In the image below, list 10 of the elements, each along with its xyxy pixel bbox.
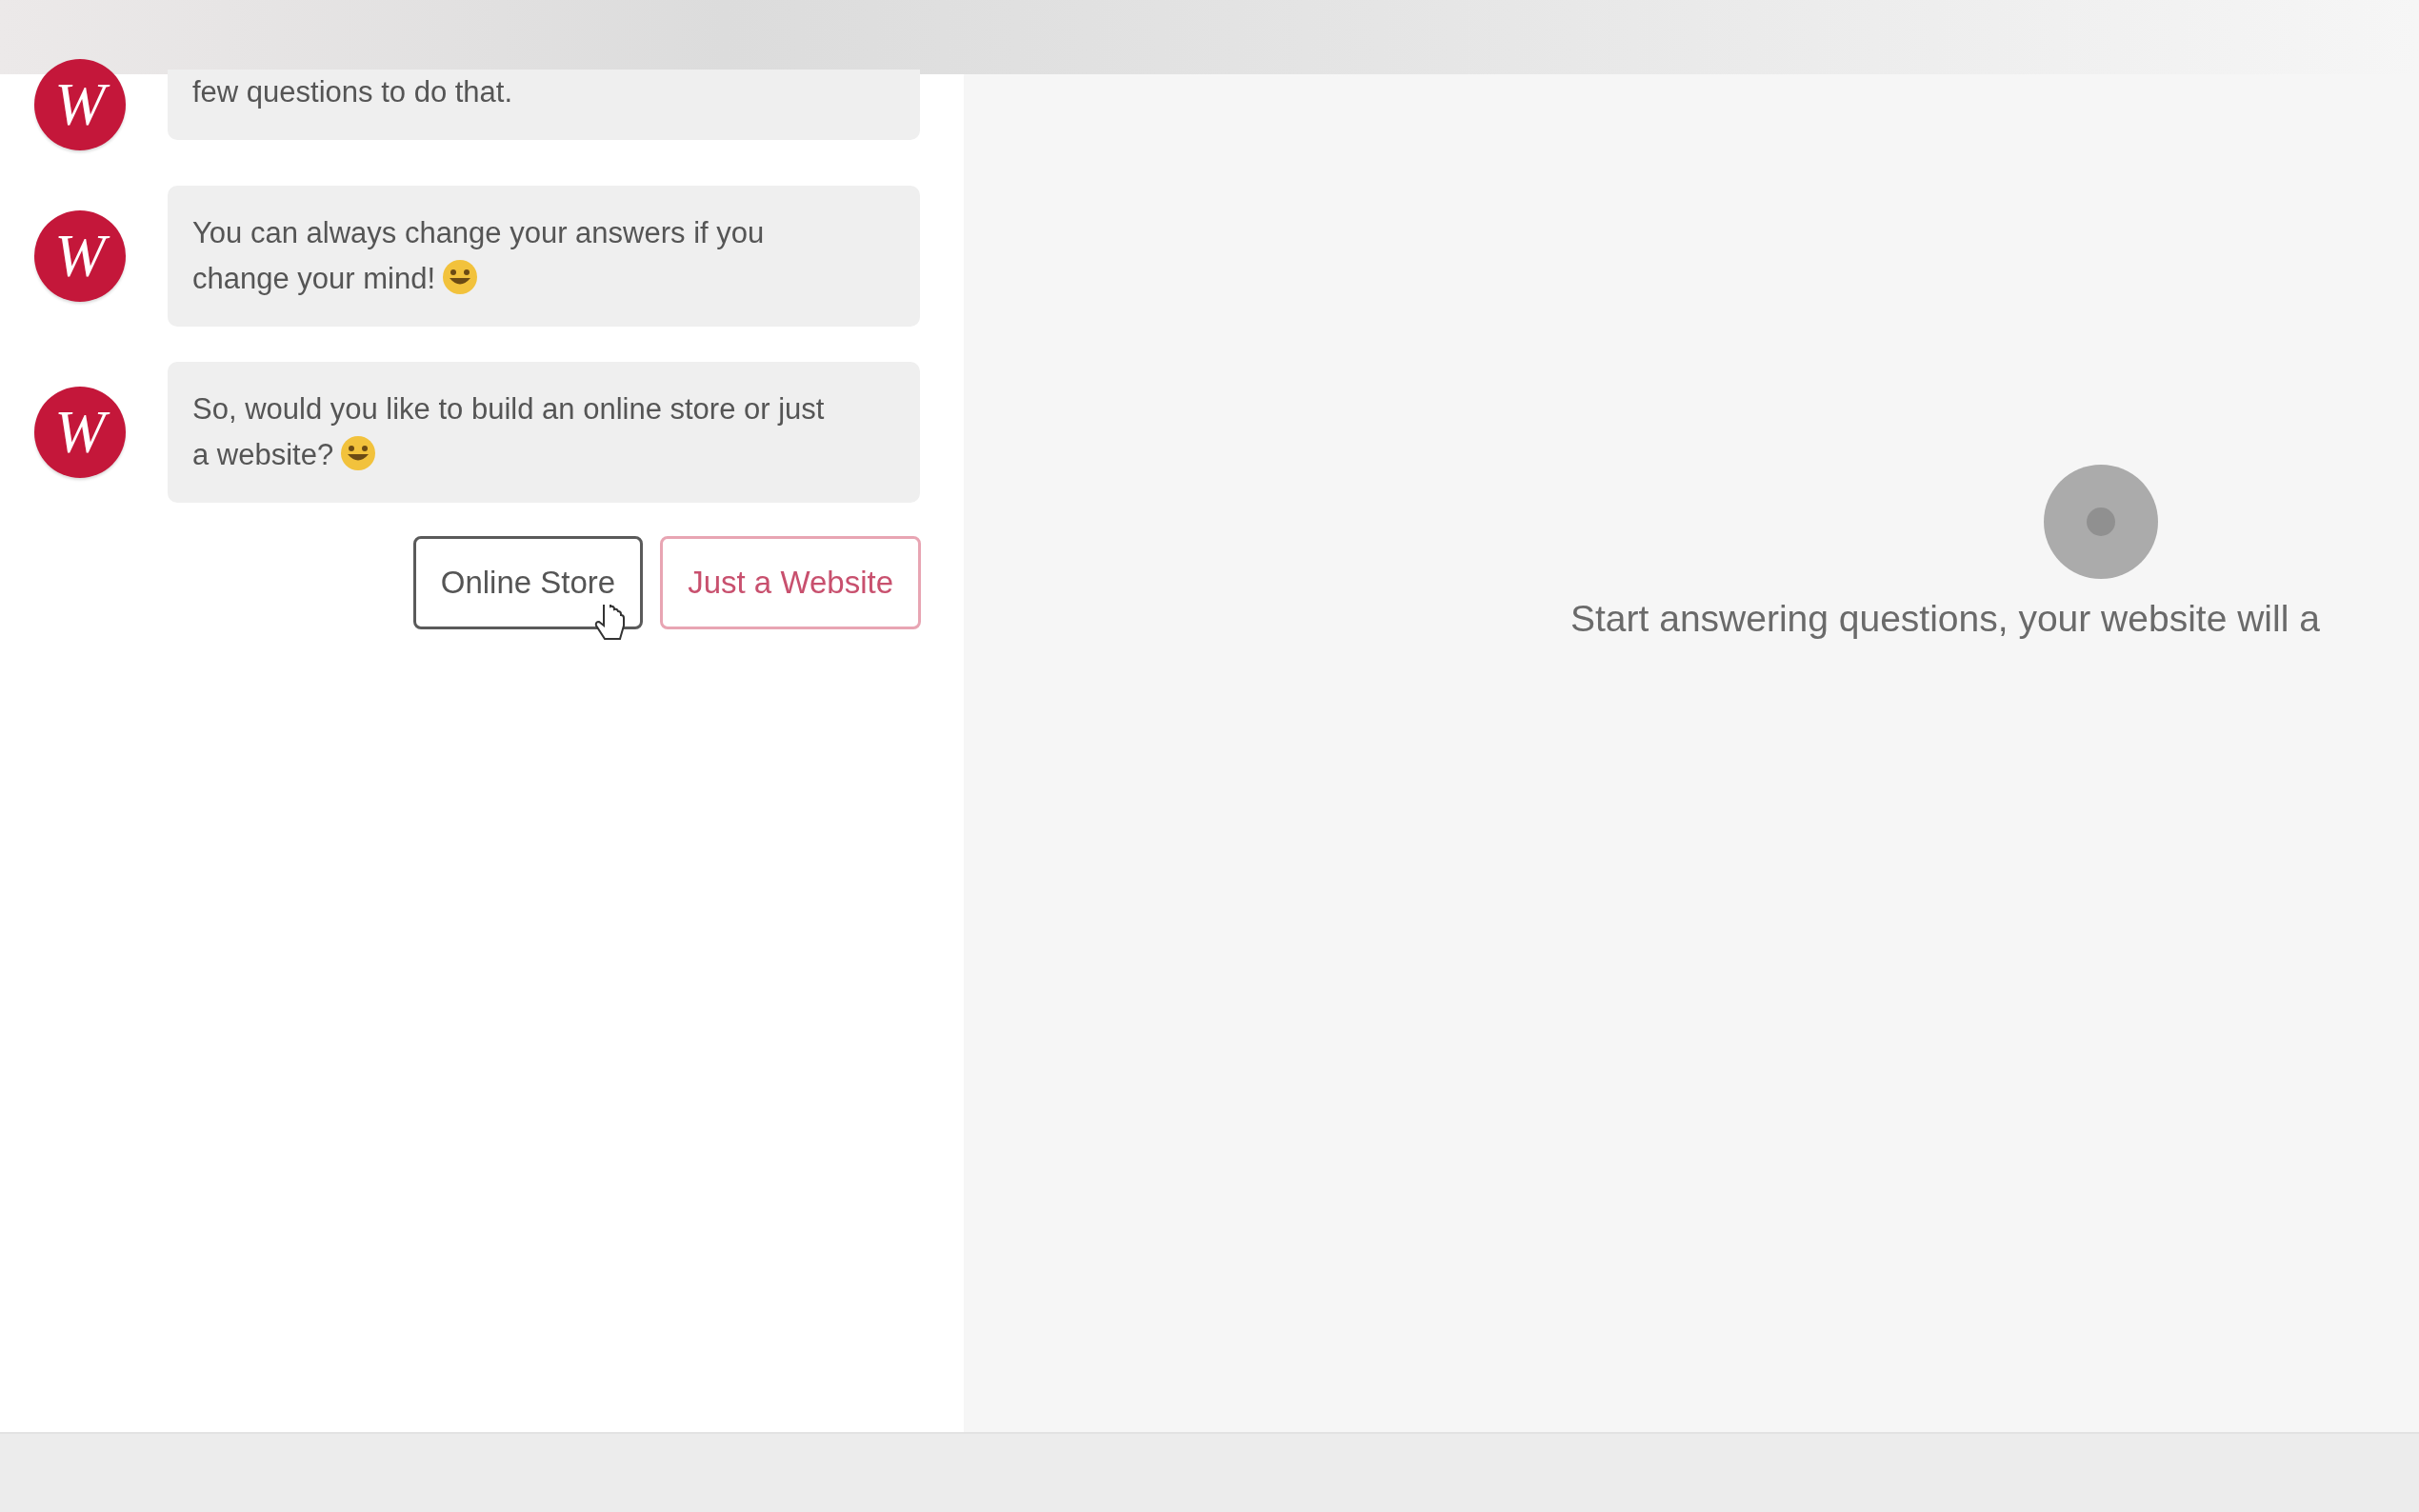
message-text: few questions to do that.: [192, 75, 513, 109]
choice-button[interactable]: Just a Website: [660, 536, 921, 629]
avatar-logo: W: [34, 210, 126, 302]
avatar-logo: W: [34, 59, 126, 150]
avatar-logo: W: [34, 387, 126, 478]
status-message: Start answering questions, your website will a: [1570, 598, 2320, 640]
smiley-icon: [339, 434, 378, 472]
smiley-icon: [441, 258, 480, 296]
choice-button[interactable]: Online Store: [412, 536, 644, 629]
hand-cursor-icon: [593, 605, 627, 643]
